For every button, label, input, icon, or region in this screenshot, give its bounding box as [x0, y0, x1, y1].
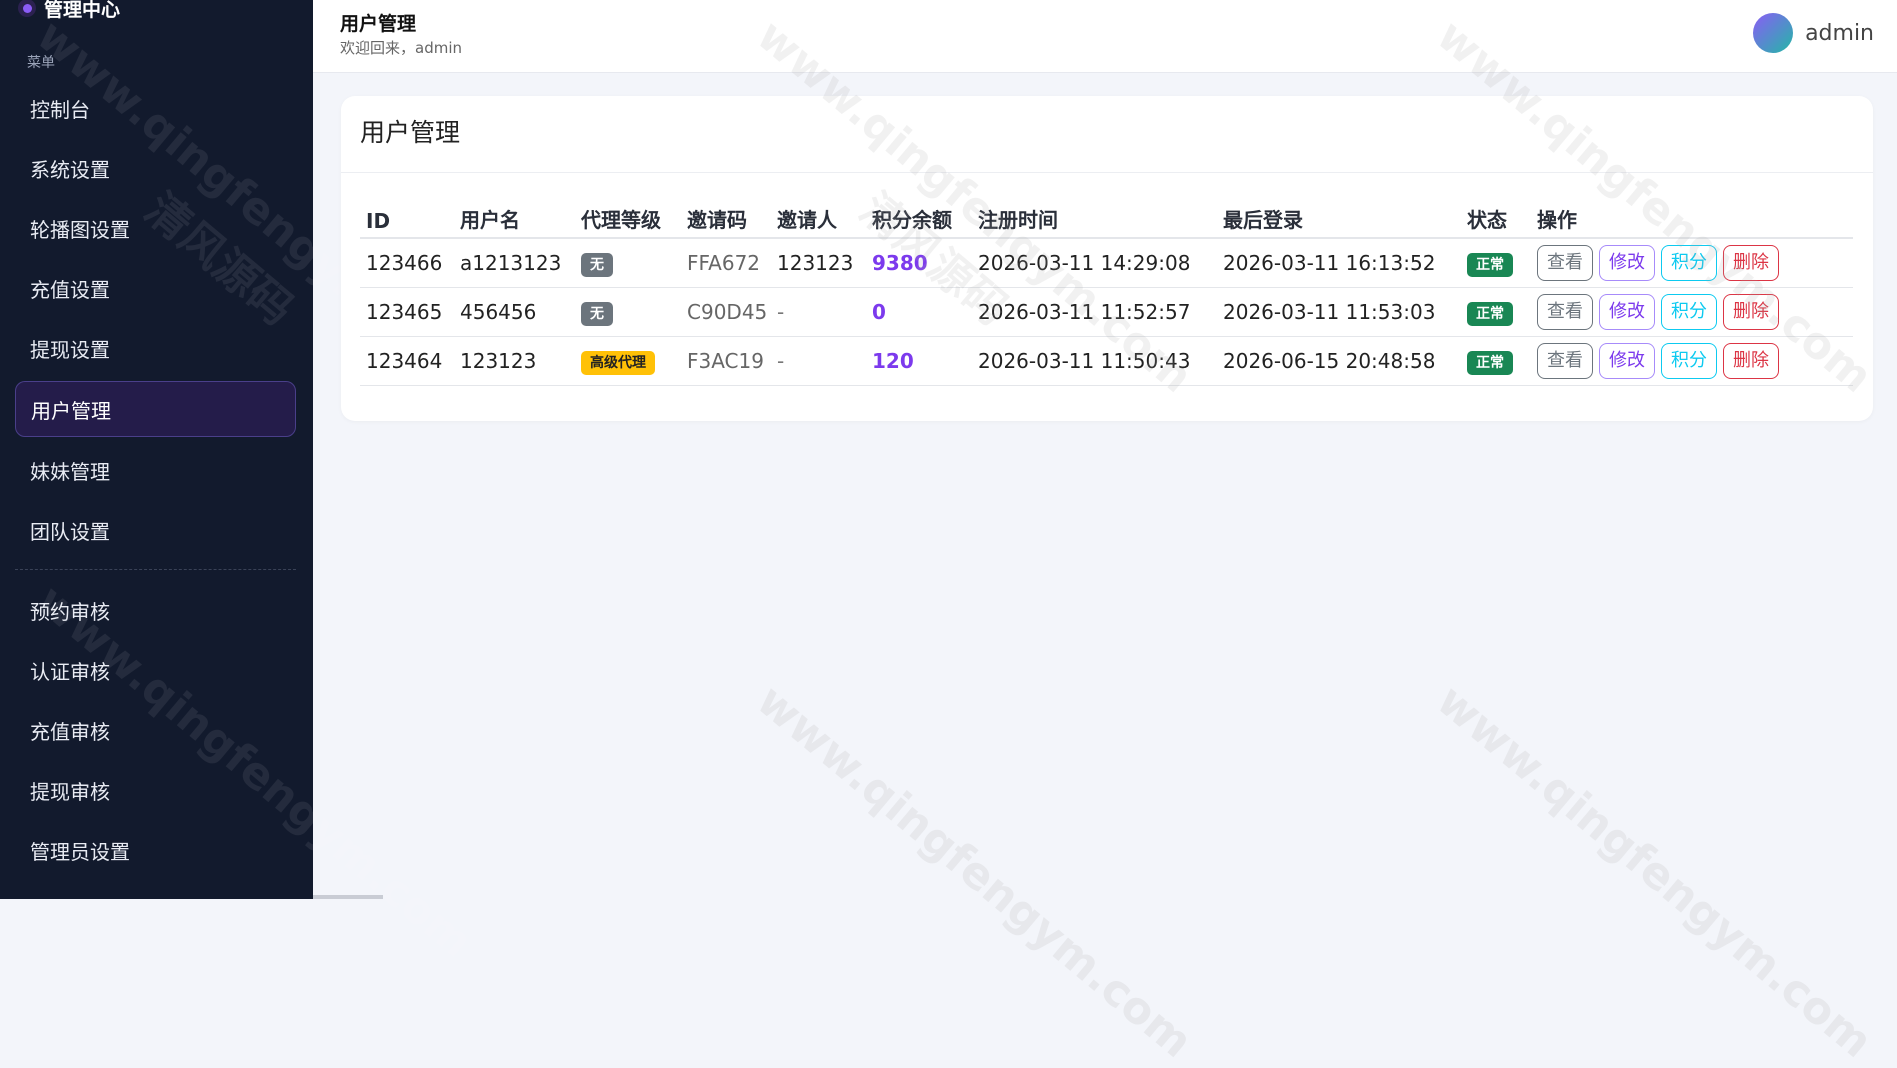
cell-username: 123123	[454, 336, 575, 386]
cell-username: a1213123	[454, 238, 575, 288]
user-management-card: 用户管理 ID 用户名 代理等级 邀请码 邀请人 积分余额 注册时间 最后登录 …	[341, 96, 1873, 421]
view-button[interactable]: 查看	[1537, 245, 1593, 281]
sidebar-item-girls-management[interactable]: 妹妹管理	[15, 442, 296, 498]
cell-invite-code: F3AC19	[681, 336, 771, 386]
cell-points: 9380	[866, 238, 972, 288]
sidebar-item-recharge-settings[interactable]: 充值设置	[15, 260, 296, 316]
cell-username: 456456	[454, 287, 575, 337]
brand-logo-icon	[18, 0, 36, 17]
avatar[interactable]	[1753, 13, 1794, 53]
points-button[interactable]: 积分	[1661, 294, 1717, 330]
level-badge: 无	[581, 252, 613, 277]
points-button[interactable]: 积分	[1661, 245, 1717, 281]
sidebar-item-withdraw-review[interactable]: 提现审核	[15, 762, 296, 818]
cell-registered: 2026-03-11 11:50:43	[972, 336, 1217, 386]
status-badge: 正常	[1467, 350, 1513, 375]
column-header-invite-code: 邀请码	[681, 192, 771, 239]
top-header: 用户管理 欢迎回来，admin admin	[313, 0, 1897, 73]
level-badge: 无	[581, 301, 613, 326]
sidebar-divider	[15, 569, 296, 570]
column-header-level: 代理等级	[575, 192, 681, 239]
view-button[interactable]: 查看	[1537, 294, 1593, 330]
cell-id: 123464	[360, 336, 454, 386]
sidebar-item-booking-review[interactable]: 预约审核	[15, 582, 296, 638]
username[interactable]: admin	[1805, 21, 1874, 46]
level-badge: 高级代理	[581, 350, 655, 375]
cell-invite-code: C90D45	[681, 287, 771, 337]
watermark: www.qingfengym.com	[747, 675, 1202, 1068]
sidebar-item-recharge-review[interactable]: 充值审核	[15, 702, 296, 758]
edit-button[interactable]: 修改	[1599, 245, 1655, 281]
cell-id: 123465	[360, 287, 454, 337]
table-header-row: ID 用户名 代理等级 邀请码 邀请人 积分余额 注册时间 最后登录 状态 操作	[360, 192, 1853, 239]
delete-button[interactable]: 删除	[1723, 294, 1779, 330]
menu-caption: 菜单	[27, 55, 55, 71]
sidebar-item-team-settings[interactable]: 团队设置	[15, 502, 296, 558]
column-header-inviter: 邀请人	[771, 192, 866, 239]
cell-registered: 2026-03-11 14:29:08	[972, 238, 1217, 288]
sidebar: 管理中心 菜单 控制台 系统设置 轮播图设置 充值设置 提现设置 用户管理 妹妹…	[0, 0, 482, 968]
cell-last-login: 2026-03-11 11:53:03	[1217, 287, 1461, 337]
cell-registered: 2026-03-11 11:52:57	[972, 287, 1217, 337]
cell-inviter: -	[771, 287, 866, 337]
brand: 管理中心	[18, 0, 120, 22]
user-table: ID 用户名 代理等级 邀请码 邀请人 积分余额 注册时间 最后登录 状态 操作…	[360, 192, 1853, 386]
card-divider	[341, 172, 1873, 173]
brand-title: 管理中心	[44, 0, 121, 21]
cell-last-login: 2026-03-11 16:13:52	[1217, 238, 1461, 288]
welcome-text: 欢迎回来，admin	[340, 39, 463, 57]
edit-button[interactable]: 修改	[1599, 343, 1655, 379]
table-row: 123466 a1213123 无 FFA672 123123 9380 202…	[360, 238, 1853, 288]
sidebar-item-verification-review[interactable]: 认证审核	[15, 642, 296, 698]
cell-inviter: 123123	[771, 238, 866, 288]
column-header-status: 状态	[1461, 192, 1531, 239]
column-header-actions: 操作	[1531, 192, 1853, 239]
column-header-last-login: 最后登录	[1217, 192, 1461, 239]
column-header-id: ID	[360, 192, 454, 239]
cell-id: 123466	[360, 238, 454, 288]
column-header-registered: 注册时间	[972, 192, 1217, 239]
status-badge: 正常	[1467, 252, 1513, 277]
column-header-points: 积分余额	[866, 192, 972, 239]
card-title: 用户管理	[360, 118, 461, 147]
table-row: 123465 456456 无 C90D45 - 0 2026-03-11 11…	[360, 287, 1853, 337]
sidebar-item-user-management[interactable]: 用户管理	[15, 381, 296, 437]
table-row: 123464 123123 高级代理 F3AC19 - 120 2026-03-…	[360, 336, 1853, 386]
sidebar-item-admin-settings[interactable]: 管理员设置	[15, 822, 296, 878]
column-header-username: 用户名	[454, 192, 575, 239]
cell-inviter: -	[771, 336, 866, 386]
cell-points: 0	[866, 287, 972, 337]
delete-button[interactable]: 删除	[1723, 343, 1779, 379]
view-button[interactable]: 查看	[1537, 343, 1593, 379]
status-badge: 正常	[1467, 301, 1513, 326]
sidebar-item-system-settings[interactable]: 系统设置	[15, 140, 296, 196]
page-title: 用户管理	[340, 13, 417, 35]
delete-button[interactable]: 删除	[1723, 245, 1779, 281]
points-button[interactable]: 积分	[1661, 343, 1717, 379]
user-menu[interactable]: admin	[1753, 13, 1874, 53]
cell-last-login: 2026-06-15 20:48:58	[1217, 336, 1461, 386]
horizontal-scrollbar[interactable]	[313, 895, 383, 899]
cell-points: 120	[866, 336, 972, 386]
edit-button[interactable]: 修改	[1599, 294, 1655, 330]
sidebar-item-dashboard[interactable]: 控制台	[15, 80, 296, 136]
cell-invite-code: FFA672	[681, 238, 771, 288]
sidebar-item-carousel-settings[interactable]: 轮播图设置	[15, 200, 296, 256]
sidebar-item-withdraw-settings[interactable]: 提现设置	[15, 320, 296, 376]
watermark: www.qingfengym.com	[1427, 675, 1882, 1068]
